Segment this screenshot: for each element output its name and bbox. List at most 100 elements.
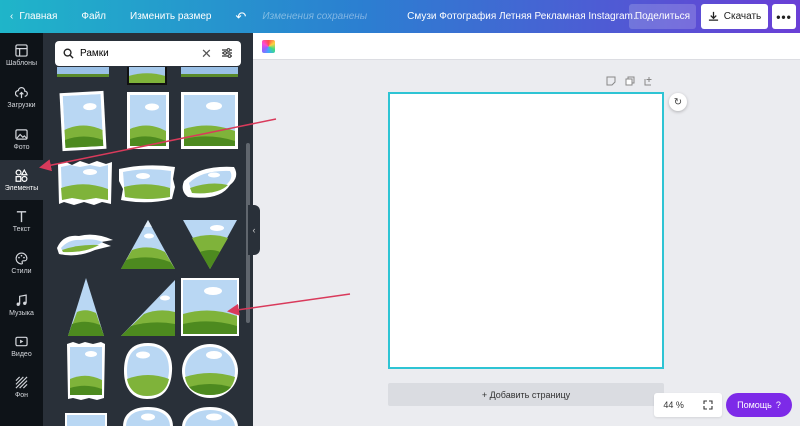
music-note-icon xyxy=(16,293,27,306)
rail-label: Текст xyxy=(12,225,31,233)
duplicate-page-icon[interactable] xyxy=(625,76,635,86)
circle-frame-icon xyxy=(182,344,238,398)
design-canvas[interactable] xyxy=(388,92,664,369)
rail-item-uploads[interactable]: Загрузки xyxy=(0,77,43,117)
frame-thumbnail[interactable] xyxy=(119,278,177,338)
rail-item-background[interactable]: Фон xyxy=(0,367,43,407)
rail-item-templates[interactable]: Шаблоны xyxy=(0,35,43,75)
frame-icon xyxy=(67,415,105,426)
frame-thumbnail[interactable] xyxy=(55,228,115,260)
circle-frame-icon xyxy=(182,407,238,426)
rail-item-photos[interactable]: Фото xyxy=(0,119,43,159)
frame-thumbnail[interactable] xyxy=(65,341,107,401)
file-menu[interactable]: Файл xyxy=(81,11,106,22)
help-label: Помощь xyxy=(737,400,772,410)
search-box[interactable]: ✕ xyxy=(55,41,241,66)
frame-thumbnail[interactable] xyxy=(66,276,106,338)
rail-item-text[interactable]: Текст xyxy=(0,201,43,241)
search-icon xyxy=(63,48,74,59)
undo-icon[interactable]: ↶ xyxy=(235,9,246,25)
chevron-left-icon: ‹ xyxy=(252,225,256,235)
zoom-level[interactable]: 44 % xyxy=(663,400,684,410)
add-page-icon[interactable] xyxy=(644,76,654,86)
add-page-button[interactable]: + Добавить страницу xyxy=(388,383,664,406)
rail-item-video[interactable]: Видео xyxy=(0,326,43,366)
frame-thumbnail[interactable] xyxy=(117,161,177,206)
rail-item-music[interactable]: Музыка xyxy=(0,285,43,325)
share-button[interactable]: Поделиться xyxy=(629,4,696,29)
templates-icon xyxy=(15,43,28,57)
color-picker-icon[interactable] xyxy=(262,40,275,53)
square-frame-icon xyxy=(183,280,237,334)
polaroid-frame-icon xyxy=(184,95,235,146)
rail-label: Видео xyxy=(11,350,32,358)
rail-label: Элементы xyxy=(4,184,39,192)
shapes-icon xyxy=(15,168,28,182)
question-icon: ? xyxy=(775,400,781,410)
frame-thumbnail[interactable] xyxy=(180,341,240,401)
download-label: Скачать xyxy=(723,11,762,22)
frame-thumbnail[interactable] xyxy=(65,413,107,426)
rail-item-elements[interactable]: Элементы xyxy=(0,160,43,200)
page-actions xyxy=(606,76,654,86)
more-button[interactable]: ••• xyxy=(772,4,796,29)
help-button[interactable]: Помощь ? xyxy=(726,393,792,417)
photo-icon xyxy=(15,128,28,140)
frame-thumbnail[interactable] xyxy=(181,67,238,77)
download-button[interactable]: Скачать xyxy=(701,4,768,29)
frame-thumbnail[interactable] xyxy=(181,218,239,271)
cloud-upload-icon xyxy=(15,86,28,98)
frame-thumbnail[interactable] xyxy=(59,90,107,152)
elements-panel: ✕ xyxy=(43,33,253,426)
download-icon xyxy=(708,11,718,21)
close-icon[interactable]: ✕ xyxy=(201,46,212,62)
chevron-left-icon: ‹ xyxy=(10,11,14,22)
brush-stroke-frame-icon xyxy=(182,166,237,198)
rail-label: Стили xyxy=(11,267,32,275)
frame-thumbnail[interactable] xyxy=(121,341,175,401)
frame-thumbnail[interactable] xyxy=(121,405,175,426)
torn-paper-frame-icon xyxy=(58,161,112,205)
note-icon[interactable] xyxy=(606,76,616,86)
triangle-frame-icon xyxy=(121,220,175,269)
refresh-icon[interactable]: ↻ xyxy=(669,93,687,111)
frame-thumbnail[interactable] xyxy=(57,67,109,77)
brush-splash-frame-icon xyxy=(57,234,113,256)
rail-label: Загрузки xyxy=(7,101,36,109)
background-pattern-icon xyxy=(15,376,28,388)
frame-thumbnail[interactable] xyxy=(127,92,169,149)
left-rail: Шаблоны Загрузки Фото Элементы Текст Сти… xyxy=(0,33,43,426)
resize-menu[interactable]: Изменить размер xyxy=(130,11,211,22)
filter-sliders-icon[interactable] xyxy=(221,47,233,59)
rail-item-styles[interactable]: Стили xyxy=(0,243,43,283)
video-icon xyxy=(15,336,28,346)
zoom-control[interactable]: 44 % xyxy=(654,393,722,417)
home-label: Главная xyxy=(19,11,58,22)
rail-label: Шаблоны xyxy=(6,59,37,67)
brush-stroke-frame-icon xyxy=(119,165,175,203)
frame-thumbnail[interactable] xyxy=(181,92,238,149)
collapse-panel-handle[interactable]: ‹ xyxy=(248,205,260,255)
frame-thumbnail[interactable] xyxy=(119,218,177,271)
polaroid-frame-icon xyxy=(130,95,166,146)
tall-triangle-frame-icon xyxy=(68,278,104,336)
rail-label: Музыка xyxy=(9,309,34,317)
expand-icon[interactable] xyxy=(703,400,713,410)
rail-label: Фон xyxy=(14,391,29,399)
frame-thumbnail[interactable] xyxy=(181,278,239,336)
design-title[interactable]: Смузи Фотография Летняя Рекламная Instag… xyxy=(407,11,645,22)
search-input[interactable] xyxy=(80,48,190,59)
rail-label: Фото xyxy=(13,143,30,151)
home-link[interactable]: ‹ Главная xyxy=(10,11,57,22)
blob-frame-icon xyxy=(124,343,173,399)
frame-thumbnail[interactable] xyxy=(127,67,167,85)
landscape-frame-icon xyxy=(129,73,165,83)
top-bar: ‹ Главная Файл Изменить размер ↶ Изменен… xyxy=(0,0,800,33)
torn-edge-frame-icon xyxy=(67,342,105,400)
editor-toolbar xyxy=(253,33,800,60)
frame-thumbnail[interactable] xyxy=(56,158,114,208)
blob-frame-icon xyxy=(123,407,173,426)
frame-thumbnail[interactable] xyxy=(180,161,240,206)
right-triangle-frame-icon xyxy=(121,280,175,336)
frame-thumbnail[interactable] xyxy=(180,405,240,426)
